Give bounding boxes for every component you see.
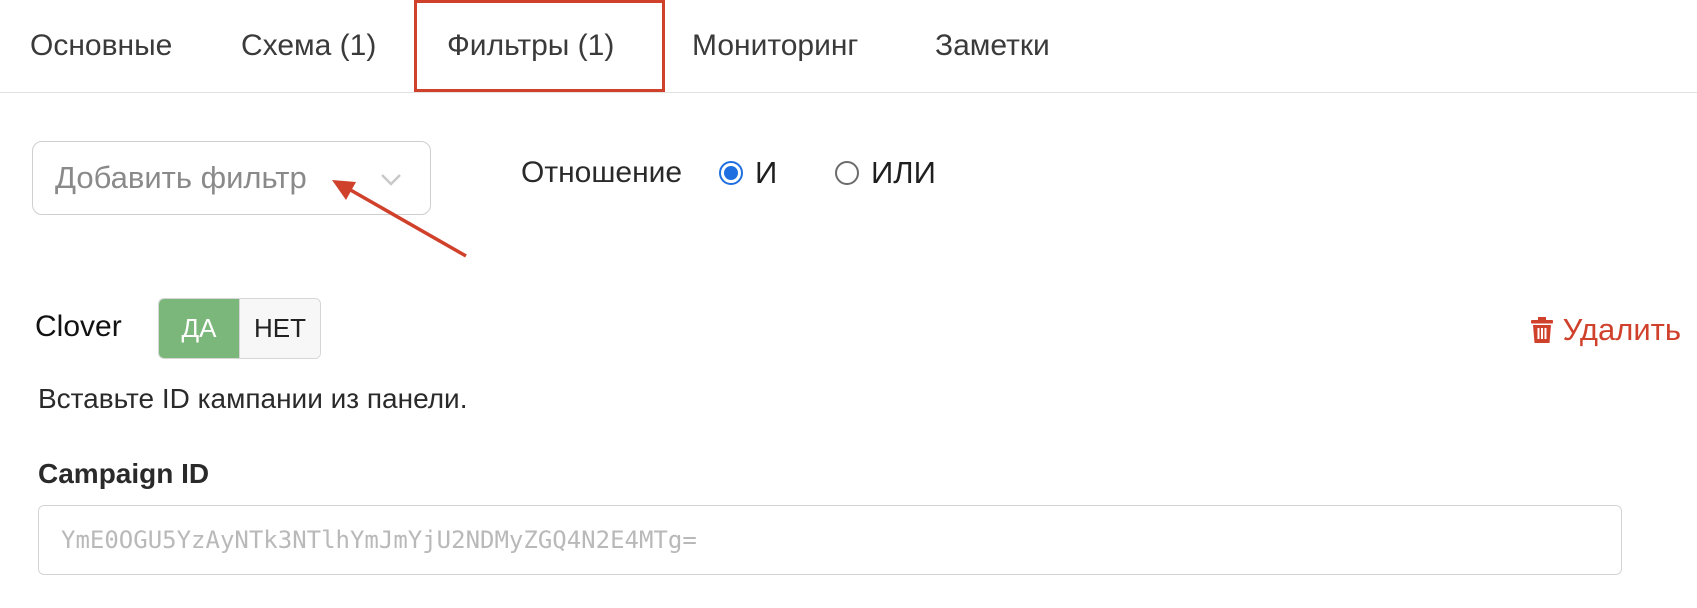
relation-and-option[interactable]: И [719,155,777,191]
trash-icon [1530,317,1553,343]
tab-filters[interactable]: Фильтры (1) [414,0,665,92]
tab-notes[interactable]: Заметки [935,0,1050,92]
radio-or[interactable] [835,161,859,185]
delete-label: Удалить [1562,312,1681,347]
delete-filter-button[interactable]: Удалить [1530,312,1681,348]
tab-monitoring[interactable]: Мониторинг [692,0,858,92]
filter-name: Clover [35,310,122,343]
campaign-id-input[interactable] [38,505,1622,575]
add-filter-placeholder: Добавить фильтр [55,160,307,195]
yes-no-toggle: ДА НЕТ [158,298,321,359]
relation-label: Отношение [521,156,683,189]
tab-bar: Основные Схема (1) Фильтры (1) Мониторин… [0,0,1697,93]
campaign-id-label: Campaign ID [38,458,210,489]
campaign-hint: Вставьте ID кампании из панели. [38,383,468,414]
toggle-yes-button[interactable]: ДА [159,299,239,358]
radio-or-label: ИЛИ [871,155,936,190]
annotation-arrow [332,180,467,258]
tab-schema[interactable]: Схема (1) [241,0,376,92]
tab-main[interactable]: Основные [30,0,172,92]
relation-or-option[interactable]: ИЛИ [835,155,936,191]
radio-and[interactable] [719,161,743,185]
radio-and-label: И [755,155,778,190]
filters-page: Основные Схема (1) Фильтры (1) Мониторин… [0,0,1697,608]
toggle-no-button[interactable]: НЕТ [239,299,320,358]
